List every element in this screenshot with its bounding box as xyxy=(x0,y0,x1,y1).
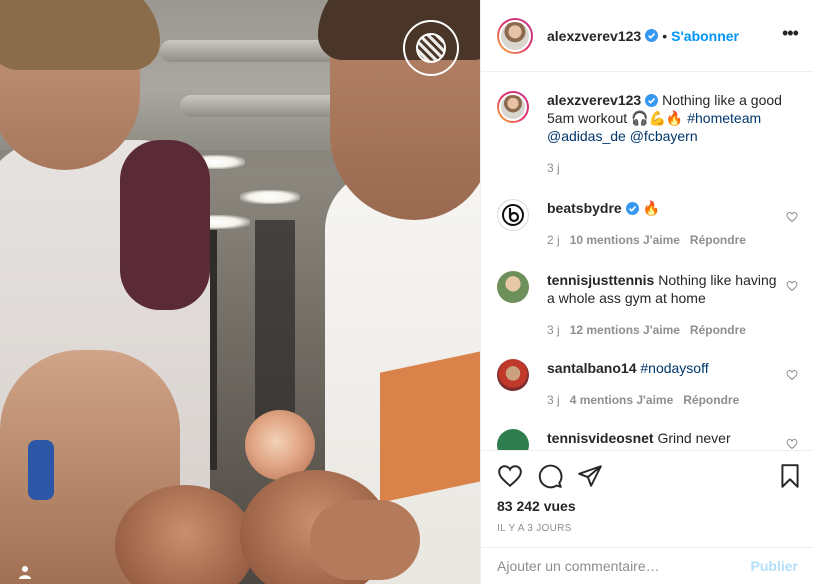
person-left-sleeve xyxy=(120,140,210,310)
ceiling-light xyxy=(240,190,300,204)
caption: alexzverev123 Nothing like a good 5am wo… xyxy=(497,91,797,177)
comment-composer: Ajouter un commentaire… Publier xyxy=(481,547,813,584)
reply-button[interactable]: Répondre xyxy=(690,233,746,247)
wrist-watch xyxy=(28,440,54,500)
like-comment-heart-icon[interactable] xyxy=(786,438,798,450)
commenter-username[interactable]: tennisvideosnet xyxy=(547,430,654,446)
comment-item: tennisvideosnet Grind never xyxy=(497,429,797,450)
comment-age[interactable]: 3 j xyxy=(547,393,560,407)
person-left-hair xyxy=(0,0,160,70)
publish-button[interactable]: Publier xyxy=(751,558,798,574)
commenter-username[interactable]: tennisjusttennis xyxy=(547,272,654,288)
mention-link[interactable]: @fcbayern xyxy=(630,128,698,144)
post-actions: 83 242 vues IL Y A 3 JOURS xyxy=(481,450,813,546)
caption-age[interactable]: 3 j xyxy=(547,161,560,175)
caption-avatar[interactable] xyxy=(497,91,529,123)
comment-meta: 3 j 4 mentions J'aime Répondre xyxy=(547,391,787,409)
mention-link[interactable]: @adidas_de xyxy=(547,128,626,144)
post-video[interactable] xyxy=(0,0,480,584)
separator-dot: • xyxy=(662,27,668,44)
comment-likes[interactable]: 12 mentions J'aime xyxy=(570,323,680,337)
share-paper-plane-icon[interactable] xyxy=(577,463,603,489)
weight-plate xyxy=(245,410,315,480)
view-count[interactable]: 83 242 vues xyxy=(497,498,576,514)
comment-text: 🔥 xyxy=(638,200,661,216)
more-options-icon[interactable]: ••• xyxy=(782,24,799,46)
comment-input[interactable]: Ajouter un commentaire… xyxy=(497,558,751,574)
comment-item: tennisjusttennis Nothing like having a w… xyxy=(497,271,797,339)
caption-meta: 3 j xyxy=(547,159,787,177)
gym-rack xyxy=(255,220,295,420)
post-timestamp[interactable]: IL Y A 3 JOURS xyxy=(497,523,572,534)
reply-button[interactable]: Répondre xyxy=(683,393,739,407)
save-bookmark-icon[interactable] xyxy=(777,463,803,489)
verified-badge-icon xyxy=(645,94,659,107)
author-username[interactable]: alexzverev123 xyxy=(547,28,641,44)
commenter-avatar[interactable] xyxy=(497,429,529,450)
comment-meta: 3 j 12 mentions J'aime Répondre xyxy=(547,321,787,339)
post-side-panel: alexzverev123 • S'abonner ••• alexzverev… xyxy=(480,0,813,584)
commenter-avatar[interactable] xyxy=(497,271,529,303)
commenter-username[interactable]: beatsbydre xyxy=(547,200,622,216)
hashtag-link[interactable]: #hometeam xyxy=(687,110,761,126)
comment-likes[interactable]: 10 mentions J'aime xyxy=(570,233,680,247)
like-comment-heart-icon[interactable] xyxy=(786,211,798,223)
comment-age[interactable]: 3 j xyxy=(547,323,560,337)
hands xyxy=(310,500,420,580)
commenter-username[interactable]: santalbano14 xyxy=(547,360,636,376)
post-header: alexzverev123 • S'abonner ••• xyxy=(481,0,813,72)
commenter-avatar[interactable] xyxy=(497,199,529,231)
reply-button[interactable]: Répondre xyxy=(690,323,746,337)
comment-item: santalbano14 #nodaysoff 3 j 4 mentions J'… xyxy=(497,359,797,409)
author-avatar[interactable] xyxy=(497,17,533,54)
caption-username[interactable]: alexzverev123 xyxy=(547,92,641,108)
hashtag-link[interactable]: #nodaysoff xyxy=(640,360,708,376)
tagged-user-icon[interactable] xyxy=(18,565,32,579)
commenter-avatar[interactable] xyxy=(497,359,529,391)
comment-meta: 2 j 10 mentions J'aime Répondre xyxy=(547,231,787,249)
like-comment-heart-icon[interactable] xyxy=(786,369,798,381)
comment-text: Grind never xyxy=(653,430,731,446)
comment-likes[interactable]: 4 mentions J'aime xyxy=(570,393,674,407)
follow-button[interactable]: S'abonner xyxy=(671,28,739,44)
comment-bubble-icon[interactable] xyxy=(537,463,563,489)
shirt-stripe xyxy=(380,347,480,503)
verified-badge-icon xyxy=(645,29,659,42)
like-heart-icon[interactable] xyxy=(497,463,523,489)
comment-item: beatsbydre 🔥 2 j 10 mentions J'aime Répond… xyxy=(497,199,797,249)
comment-age[interactable]: 2 j xyxy=(547,233,560,247)
comments-list[interactable]: alexzverev123 Nothing like a good 5am wo… xyxy=(481,73,813,450)
fc-bayern-logo xyxy=(403,20,459,76)
like-comment-heart-icon[interactable] xyxy=(786,280,798,292)
verified-badge-icon xyxy=(625,202,639,215)
beats-logo-icon xyxy=(502,204,524,226)
